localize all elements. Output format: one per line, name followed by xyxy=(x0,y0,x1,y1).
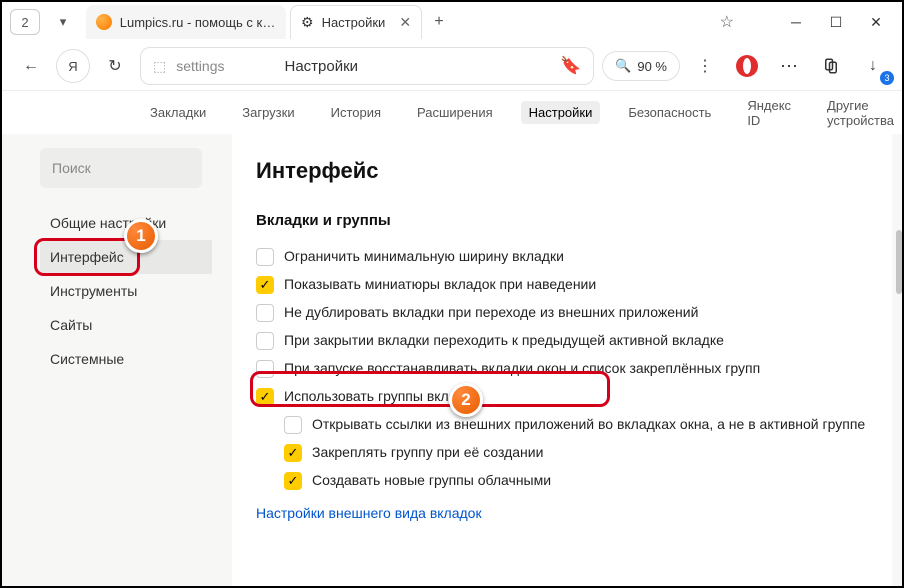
address-label: Настройки xyxy=(284,58,358,75)
scrollbar-thumb[interactable] xyxy=(896,230,902,294)
shield-icon: ⬚ xyxy=(153,58,166,75)
tab-title: Настройки xyxy=(322,15,386,30)
nav-security[interactable]: Безопасность xyxy=(620,101,719,124)
settings-nav: Закладки Загрузки История Расширения Нас… xyxy=(2,90,902,134)
option-label: Создавать новые группы облачными xyxy=(312,472,551,488)
option-label: При запуске восстанавливать вкладки окон… xyxy=(284,360,760,376)
option-label: Показывать миниатюры вкладок при наведен… xyxy=(284,276,596,292)
option-label: При закрытии вкладки переходить к предыд… xyxy=(284,332,724,348)
toolbar: ← Я ↻ ⬚ settings Настройки 🔖 🔍 90 % ⋮ ⋯ … xyxy=(2,42,902,90)
tab-strip: 2 ▾ Lumpics.ru - помощь с ком ⚙ Настройк… xyxy=(2,2,902,42)
option-label: Не дублировать вкладки при переходе из в… xyxy=(284,304,698,320)
download-count-badge: 3 xyxy=(880,71,894,85)
checkbox[interactable]: ✓ xyxy=(284,444,302,462)
option-row[interactable]: При закрытии вкладки переходить к предыд… xyxy=(256,327,868,355)
appearance-settings-link[interactable]: Настройки внешнего вида вкладок xyxy=(256,495,868,521)
settings-content: Поиск Общие настройки Интерфейс Инструме… xyxy=(2,134,902,586)
checkbox[interactable] xyxy=(256,332,274,350)
downloads-button[interactable]: ↓ 3 xyxy=(856,49,890,83)
search-placeholder: Поиск xyxy=(52,160,91,176)
nav-downloads[interactable]: Загрузки xyxy=(234,101,302,124)
maximize-button[interactable]: ☐ xyxy=(818,4,854,40)
page-heading: Интерфейс xyxy=(256,158,868,184)
yandex-home-button[interactable]: Я xyxy=(56,49,90,83)
adblock-icon[interactable] xyxy=(730,49,764,83)
sidebar-item-system[interactable]: Системные xyxy=(40,342,212,376)
nav-other-devices[interactable]: Другие устройства xyxy=(819,94,902,132)
kebab-menu[interactable]: ⋮ xyxy=(688,49,722,83)
section-heading: Вкладки и группы xyxy=(256,212,868,229)
checkbox[interactable] xyxy=(284,416,302,434)
nav-bookmarks[interactable]: Закладки xyxy=(142,101,214,124)
option-row-use-tab-groups[interactable]: ✓ Использовать группы вкладок xyxy=(256,383,868,411)
tab-counter[interactable]: 2 xyxy=(10,9,40,35)
settings-search-input[interactable]: Поиск xyxy=(40,148,202,188)
reload-button[interactable]: ↻ xyxy=(98,49,132,83)
close-icon[interactable]: ✕ xyxy=(399,14,411,31)
option-row[interactable]: Не дублировать вкладки при переходе из в… xyxy=(256,299,868,327)
tab-lumpics[interactable]: Lumpics.ru - помощь с ком xyxy=(86,5,286,39)
nav-extensions[interactable]: Расширения xyxy=(409,101,501,124)
option-row[interactable]: ✓ Создавать новые группы облачными xyxy=(284,467,868,495)
zoom-indicator[interactable]: 🔍 90 % xyxy=(602,51,680,81)
nav-settings[interactable]: Настройки xyxy=(521,101,601,124)
annotation-badge-1: 1 xyxy=(124,219,158,253)
option-row[interactable]: ✓ Закреплять группу при её создании xyxy=(284,439,868,467)
option-row[interactable]: Ограничить минимальную ширину вкладки xyxy=(256,243,868,271)
sidebar-item-label: Интерфейс xyxy=(50,249,124,265)
sidebar-item-sites[interactable]: Сайты xyxy=(40,308,212,342)
sidebar-item-tools[interactable]: Инструменты xyxy=(40,274,212,308)
checkbox[interactable]: ✓ xyxy=(256,388,274,406)
checkbox[interactable]: ✓ xyxy=(284,472,302,490)
download-icon: ↓ xyxy=(869,57,877,75)
option-label: Ограничить минимальную ширину вкладки xyxy=(284,248,564,264)
option-label: Закреплять группу при её создании xyxy=(312,444,543,460)
favicon-lumpics-icon xyxy=(96,14,112,30)
checkbox[interactable]: ✓ xyxy=(256,276,274,294)
checkbox[interactable] xyxy=(256,304,274,322)
tab-dropdown[interactable]: ▾ xyxy=(50,9,76,35)
extension-icon[interactable] xyxy=(814,49,848,83)
gear-icon: ⚙ xyxy=(301,14,314,31)
address-text: settings xyxy=(176,58,224,74)
close-window-button[interactable]: ✕ xyxy=(858,4,894,40)
more-icon[interactable]: ⋯ xyxy=(772,49,806,83)
option-row[interactable]: Открывать ссылки из внешних приложений в… xyxy=(284,411,868,439)
bookmark-hint-icon[interactable]: ☆ xyxy=(720,12,734,32)
option-label: Открывать ссылки из внешних приложений в… xyxy=(312,416,865,432)
settings-sidebar: Поиск Общие настройки Интерфейс Инструме… xyxy=(2,134,212,586)
option-row[interactable]: При запуске восстанавливать вкладки окон… xyxy=(256,355,868,383)
tab-title: Lumpics.ru - помощь с ком xyxy=(120,15,276,30)
checkbox[interactable] xyxy=(256,248,274,266)
tab-settings[interactable]: ⚙ Настройки ✕ xyxy=(290,5,422,39)
back-button[interactable]: ← xyxy=(14,49,48,83)
zoom-icon: 🔍 xyxy=(615,58,631,74)
annotation-badge-2: 2 xyxy=(449,383,483,417)
nav-yandex-id[interactable]: Яндекс ID xyxy=(739,94,799,132)
zoom-value: 90 % xyxy=(637,59,667,74)
bookmark-icon[interactable]: 🔖 xyxy=(560,56,581,76)
checkbox[interactable] xyxy=(256,360,274,378)
minimize-button[interactable]: ─ xyxy=(778,4,814,40)
address-bar[interactable]: ⬚ settings Настройки 🔖 xyxy=(140,47,594,85)
option-row[interactable]: ✓ Показывать миниатюры вкладок при навед… xyxy=(256,271,868,299)
settings-main: Интерфейс Вкладки и группы Ограничить ми… xyxy=(232,134,892,586)
nav-history[interactable]: История xyxy=(323,101,389,124)
new-tab-button[interactable]: + xyxy=(426,9,452,35)
